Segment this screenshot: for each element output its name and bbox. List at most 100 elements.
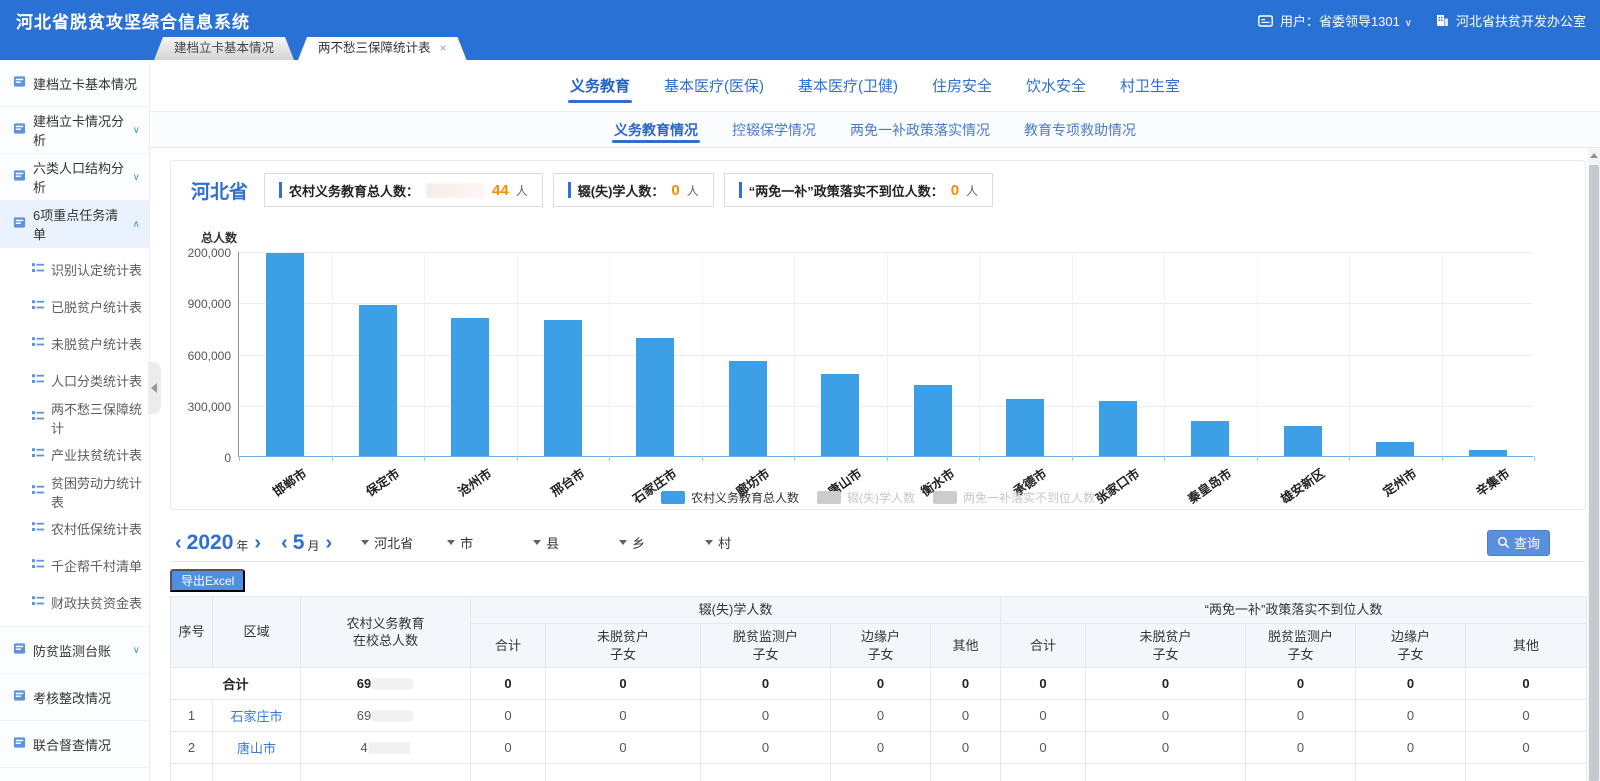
stat-accent-bar (568, 182, 571, 198)
sidebar-item-3[interactable]: 6项重点任务清单∧ (0, 201, 149, 248)
next-month-arrow-icon[interactable]: › (320, 533, 337, 553)
sidebar-item-2[interactable]: 六类人口结构分析∨ (0, 154, 149, 201)
row-index-cell: 1 (171, 700, 213, 732)
scrollbar-thumb[interactable] (1589, 165, 1599, 781)
list-icon (32, 299, 44, 314)
region-select-1[interactable]: 市 (447, 533, 509, 552)
sidebar-subitem-0[interactable]: 识别认定统计表 (0, 251, 149, 288)
stat-box-2: “两免一补”政策落实不到位人数：0人 (724, 173, 993, 207)
x-axis-tick (702, 456, 703, 461)
x-axis-tick (239, 456, 240, 461)
sidebar-item-1[interactable]: 建档立卡情况分析∨ (0, 107, 149, 154)
legend-swatch (661, 491, 685, 504)
sub-tab-0[interactable]: 义务教育情况 (612, 112, 700, 147)
sidebar-subitem-7[interactable]: 农村低保统计表 (0, 510, 149, 547)
stat-box-1: 辍(失)学人数：0人 (553, 173, 714, 207)
search-icon (1497, 536, 1510, 549)
main-tab-5[interactable]: 村卫生室 (1118, 60, 1182, 111)
main-tab-1[interactable]: 基本医疗(医保) (662, 60, 766, 111)
legend-item-1[interactable]: 辍(失)学人数 (817, 489, 915, 506)
chart-bar (451, 318, 489, 456)
window-tab-bar: 建档立卡基本情况 两不愁三保障统计表 × (154, 37, 467, 60)
sidebar-subitem-6[interactable]: 贫困劳动力统计表 (0, 473, 149, 510)
region-select-4[interactable]: 村 (705, 533, 767, 552)
sidebar-item-5[interactable]: 考核整改情况 (0, 674, 149, 721)
sub-tab-1[interactable]: 控辍保学情况 (730, 112, 818, 147)
content-area: 河北省 农村义务教育总人数：44人辍(失)学人数：0人“两免一补”政策落实不到位… (150, 148, 1588, 781)
sidebar-subitem-2[interactable]: 未脱贫户统计表 (0, 325, 149, 362)
select-value: 乡 (632, 533, 645, 552)
empty-cell (1086, 764, 1246, 781)
sidebar-subitem-1[interactable]: 已脱贫户统计表 (0, 288, 149, 325)
main-tab-3[interactable]: 住房安全 (930, 60, 994, 111)
menu-card-icon (13, 736, 26, 752)
x-axis-tick (1442, 456, 1443, 461)
summary-chart-card: 河北省 农村义务教育总人数：44人辍(失)学人数：0人“两免一补”政策落实不到位… (170, 160, 1586, 510)
region-select-0[interactable]: 河北省 (361, 533, 423, 552)
x-axis-tick (887, 456, 888, 461)
zero-cell: 0 (1086, 700, 1246, 732)
redacted-value (371, 678, 413, 690)
group-header-0: 辍(失)学人数 (471, 597, 1001, 624)
user-chevron-down-icon[interactable]: ∨ (1402, 18, 1412, 29)
user-area: 用户：省委领导1301 ∨ 河北省扶贫开发办公室 (1258, 11, 1586, 30)
zero-cell: 0 (831, 668, 931, 700)
sub-tab-2[interactable]: 两免一补政策落实情况 (848, 112, 992, 147)
sidebar-item-label: 考核整改情况 (33, 688, 111, 707)
list-icon (32, 558, 44, 573)
zero-cell: 0 (1086, 732, 1246, 764)
zero-cell: 0 (471, 732, 546, 764)
sidebar-item-0[interactable]: 建档立卡基本情况 (0, 60, 149, 107)
scroll-up-button[interactable] (1588, 148, 1600, 163)
sidebar-subitem-label: 已脱贫户统计表 (51, 297, 142, 316)
region-title: 河北省 (191, 177, 248, 204)
chart-bar (1006, 399, 1044, 456)
value-total-cell: 69 (301, 668, 471, 700)
subcolumn-header-0-4: 其他 (931, 624, 1001, 668)
sidebar-subitem-3[interactable]: 人口分类统计表 (0, 362, 149, 399)
empty-cell (1246, 764, 1356, 781)
prev-month-arrow-icon[interactable]: ‹ (276, 533, 293, 553)
dropdown-arrow-icon (361, 540, 369, 545)
legend-item-2[interactable]: 两免一补落实不到位人数 (933, 489, 1095, 506)
stat-value: 0 (951, 182, 959, 199)
window-tab-1[interactable]: 两不愁三保障统计表 × (298, 37, 467, 60)
value-total-cell: 69 (301, 700, 471, 732)
zero-cell: 0 (1001, 668, 1086, 700)
x-axis-tick (1257, 456, 1258, 461)
region-link[interactable]: 石家庄市 (230, 709, 282, 724)
list-icon (32, 262, 44, 277)
vertical-scrollbar[interactable] (1588, 148, 1600, 781)
sidebar-item-4[interactable]: 防贫监测台账∨ (0, 627, 149, 674)
prev-year-arrow-icon[interactable]: ‹ (170, 533, 187, 553)
main-tab-2[interactable]: 基本医疗(卫健) (796, 60, 900, 111)
sidebar-collapse-handle[interactable] (148, 362, 161, 414)
region-select-3[interactable]: 乡 (619, 533, 681, 552)
stat-unit: 人 (516, 182, 528, 199)
user-label[interactable]: 用户：省委领导1301 ∨ (1280, 11, 1412, 30)
legend-item-0[interactable]: 农村义务教育总人数 (661, 489, 799, 506)
sub-tab-3[interactable]: 教育专项救助情况 (1022, 112, 1138, 147)
main-tab-0[interactable]: 义务教育 (568, 60, 632, 111)
row-index-cell: 2 (171, 732, 213, 764)
select-value: 市 (460, 533, 473, 552)
region-link[interactable]: 唐山市 (237, 741, 276, 756)
window-tab-label: 两不愁三保障统计表 (318, 41, 431, 55)
region-select-2[interactable]: 县 (533, 533, 595, 552)
next-year-arrow-icon[interactable]: › (249, 533, 266, 553)
sidebar-subitem-9[interactable]: 财政扶贫资金表 (0, 584, 149, 621)
sidebar-subitem-8[interactable]: 千企帮千村清单 (0, 547, 149, 584)
main-tab-4[interactable]: 饮水安全 (1024, 60, 1088, 111)
sidebar-item-6[interactable]: 联合督查情况 (0, 721, 149, 768)
export-excel-button[interactable]: 导出Excel (170, 569, 245, 592)
sidebar-subitem-label: 贫困劳动力统计表 (51, 473, 149, 511)
stat-unit: 人 (966, 182, 978, 199)
zero-cell: 0 (931, 668, 1001, 700)
zero-cell: 0 (701, 668, 831, 700)
sidebar-subitem-4[interactable]: 两不愁三保障统计 (0, 399, 149, 436)
top-header: 河北省脱贫攻坚综合信息系统 用户：省委领导1301 ∨ 河北省扶贫开发办公室 建… (0, 0, 1600, 60)
sidebar-subitem-5[interactable]: 产业扶贫统计表 (0, 436, 149, 473)
close-icon[interactable]: × (440, 41, 447, 55)
search-button[interactable]: 查询 (1487, 530, 1550, 556)
window-tab-0[interactable]: 建档立卡基本情况 (154, 37, 294, 60)
